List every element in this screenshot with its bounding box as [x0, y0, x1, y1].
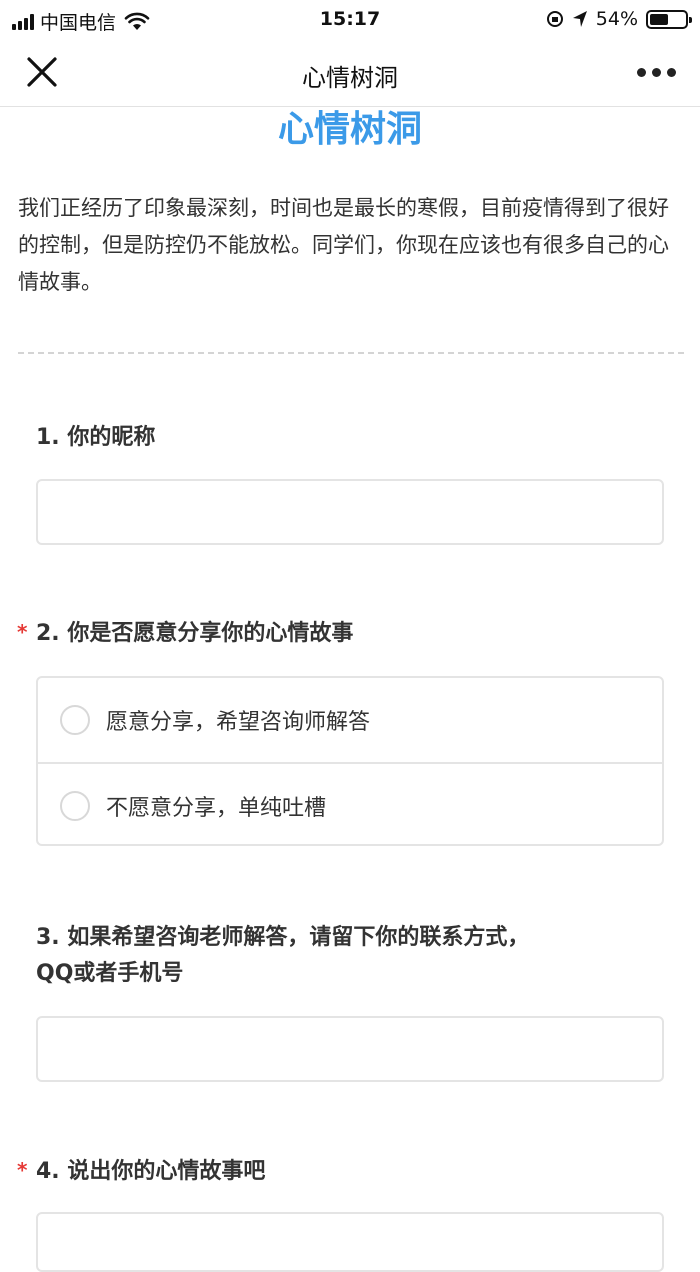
radio-icon[interactable] [60, 705, 90, 735]
battery-percent: 54% [595, 8, 638, 30]
option-label: 愿意分享，希望咨询师解答 [106, 710, 371, 735]
option-label: 不愿意分享，单纯吐槽 [106, 796, 327, 821]
contact-input[interactable] [36, 1016, 664, 1082]
radio-icon[interactable] [60, 791, 90, 821]
more-icon[interactable] [637, 60, 676, 84]
nav-title: 心情树洞 [302, 64, 398, 92]
share-options: 愿意分享，希望咨询师解答 不愿意分享，单纯吐槽 [36, 676, 664, 846]
location-icon [572, 11, 587, 27]
question-4-label: 4. 说出你的心情故事吧 [36, 1159, 266, 1184]
divider [18, 352, 684, 354]
option-share[interactable]: 愿意分享，希望咨询师解答 [38, 678, 662, 762]
required-mark: * [17, 1158, 28, 1182]
question-1-label: 1. 你的昵称 [36, 425, 156, 450]
page-title: 心情树洞 [277, 109, 422, 150]
question-3-label: 3. 如果希望咨询老师解答，请留下你的联系方式， QQ或者手机号 [36, 920, 666, 992]
story-textarea[interactable] [36, 1212, 664, 1272]
battery-level [650, 13, 668, 25]
rotation-lock-icon [546, 11, 563, 27]
status-right: 54% [546, 8, 692, 30]
battery-icon [646, 9, 692, 29]
nav-bar: 心情树洞 [0, 40, 700, 107]
intro-text: 我们正经历了印象最深刻，时间也是最长的寒假，目前疫情得到了很好的控制，但是防控仍… [18, 196, 669, 294]
required-mark: * [17, 620, 28, 644]
question-3-line-2: QQ或者手机号 [36, 961, 184, 986]
option-no-share[interactable]: 不愿意分享，单纯吐槽 [38, 762, 662, 848]
question-2-label: 2. 你是否愿意分享你的心情故事 [36, 621, 354, 646]
status-bar: 中国电信 15:17 54% [0, 0, 700, 40]
nickname-input[interactable] [36, 479, 664, 545]
question-3-line-1: 3. 如果希望咨询老师解答，请留下你的联系方式， [36, 925, 530, 950]
